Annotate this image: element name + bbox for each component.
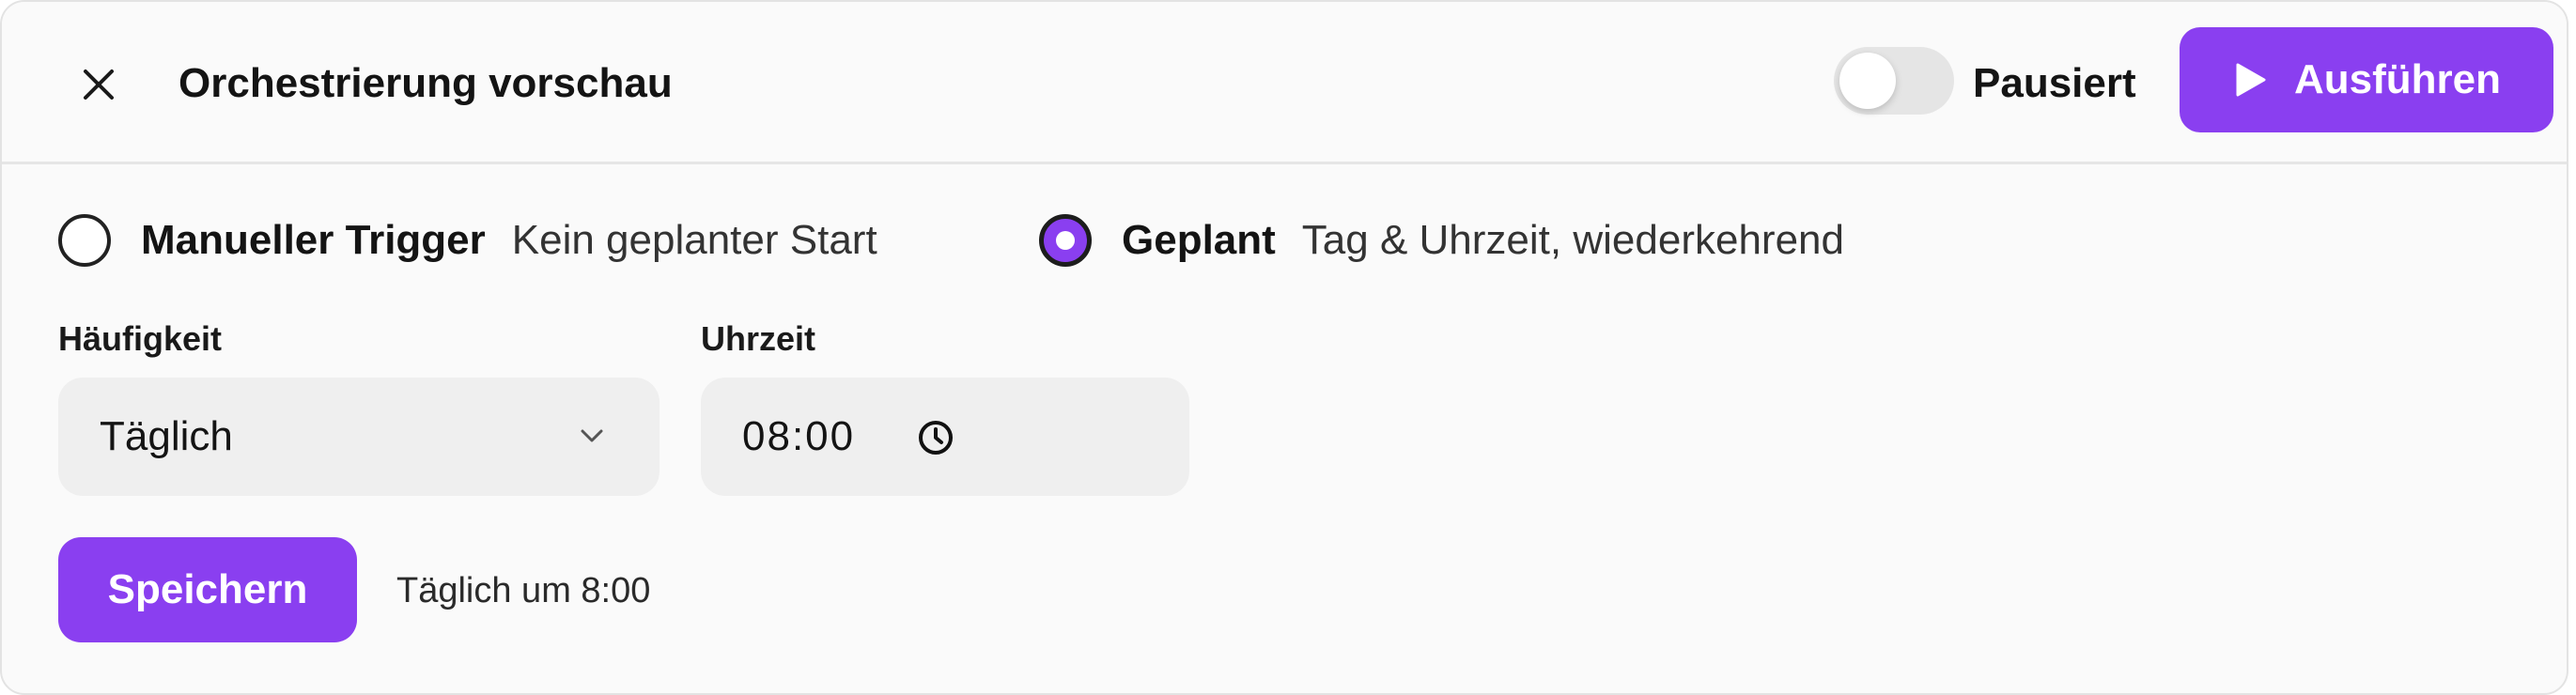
pause-toggle[interactable] [1834, 47, 1954, 115]
frequency-select-value: Täglich [100, 413, 233, 459]
time-label: Uhrzeit [701, 319, 816, 358]
frequency-select[interactable]: Täglich [58, 378, 660, 496]
close-button[interactable] [66, 52, 132, 117]
clock-icon[interactable] [917, 419, 954, 456]
radio-scheduled[interactable] [1039, 214, 1092, 267]
toggle-knob [1839, 53, 1896, 109]
play-icon [2236, 63, 2266, 97]
radio-manual-label: Manueller Trigger [141, 217, 486, 263]
trigger-option-manual[interactable]: Manueller Trigger Kein geplanter Start [58, 207, 877, 274]
time-input[interactable]: 08:00 [701, 378, 1189, 496]
radio-scheduled-description: Tag & Uhrzeit, wiederkehrend [1301, 217, 1844, 263]
orchestration-preview-panel: Orchestrierung vorschau Pausiert Ausführ… [0, 0, 2568, 695]
pause-toggle-label: Pausiert [1973, 60, 2136, 106]
panel-header: Orchestrierung vorschau Pausiert Ausführ… [2, 2, 2567, 164]
run-button-label: Ausführen [2294, 56, 2501, 102]
radio-manual-trigger[interactable] [58, 214, 111, 267]
radio-manual-description: Kein geplanter Start [511, 217, 877, 263]
trigger-option-scheduled[interactable]: Geplant Tag & Uhrzeit, wiederkehrend [1039, 207, 1844, 274]
save-button[interactable]: Speichern [58, 537, 357, 642]
frequency-label: Häufigkeit [58, 319, 223, 358]
panel-title: Orchestrierung vorschau [178, 60, 673, 106]
run-button[interactable]: Ausführen [2180, 27, 2553, 132]
close-icon [84, 70, 114, 100]
time-input-value: 08:00 [742, 413, 856, 459]
radio-selected-dot [1056, 231, 1075, 250]
chevron-down-icon [581, 429, 603, 442]
radio-scheduled-label: Geplant [1122, 217, 1276, 263]
schedule-summary: Täglich um 8:00 [396, 571, 651, 610]
